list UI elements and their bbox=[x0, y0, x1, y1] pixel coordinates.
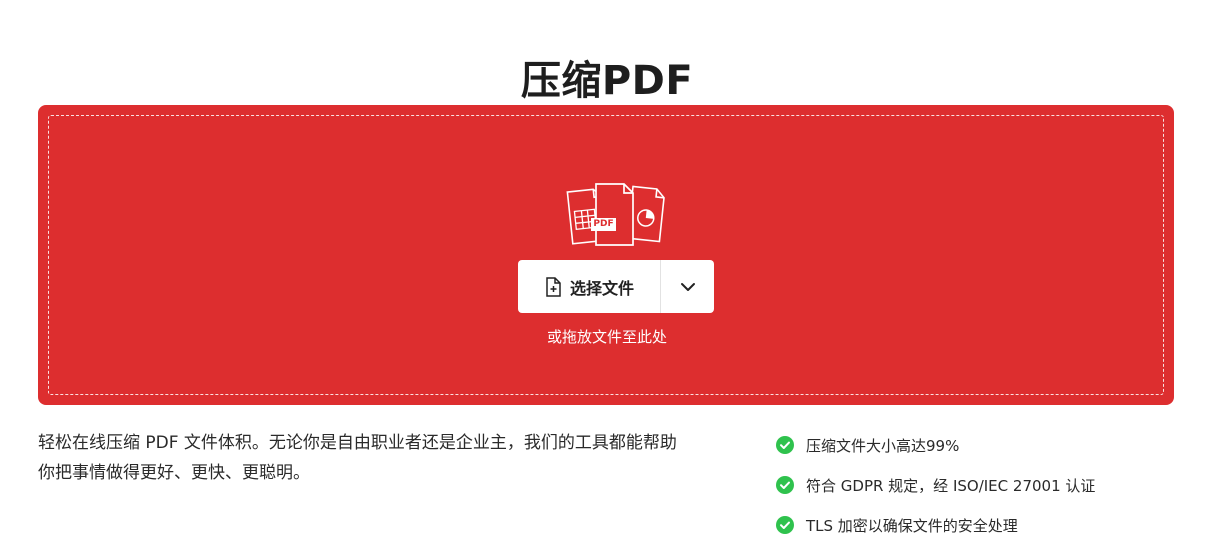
feature-item: 压缩文件大小高达99% bbox=[776, 425, 1196, 465]
file-dropzone[interactable]: PDF 选择文件 或拖放文件至此处 bbox=[38, 105, 1174, 405]
select-file-button-group: 选择文件 bbox=[518, 260, 714, 313]
tool-description: 轻松在线压缩 PDF 文件体积。无论你是自由职业者还是企业主，我们的工具都能帮助… bbox=[38, 433, 677, 483]
file-stack-icon bbox=[566, 183, 665, 246]
check-circle-icon bbox=[776, 476, 794, 494]
select-file-button[interactable]: 选择文件 bbox=[518, 260, 660, 313]
feature-label: 符合 GDPR 规定，经 ISO/IEC 27001 认证 bbox=[806, 476, 1096, 495]
page: 压缩PDF PDF 选择文件 或拖放文件至此处 轻松在线压缩 PDF 文件体积。… bbox=[0, 0, 1214, 555]
chevron-down-icon bbox=[680, 282, 695, 291]
page-title: 压缩PDF bbox=[520, 57, 694, 104]
dropzone-dashed-border: PDF 选择文件 或拖放文件至此处 bbox=[48, 115, 1164, 395]
feature-label: 压缩文件大小高达99% bbox=[806, 436, 960, 455]
check-circle-icon bbox=[776, 436, 794, 454]
feature-item: TLS 加密以确保文件的安全处理 bbox=[776, 505, 1196, 545]
file-add-icon bbox=[546, 276, 561, 297]
drop-hint-text: 或拖放文件至此处 bbox=[546, 328, 667, 346]
feature-item: 符合 GDPR 规定，经 ISO/IEC 27001 认证 bbox=[776, 465, 1196, 505]
feature-label: TLS 加密以确保文件的安全处理 bbox=[806, 516, 1018, 535]
feature-list: 压缩文件大小高达99% 符合 GDPR 规定，经 ISO/IEC 27001 认… bbox=[776, 425, 1196, 545]
select-file-label: 选择文件 bbox=[569, 278, 634, 298]
check-circle-icon bbox=[776, 516, 794, 534]
pdf-badge-label: PDF bbox=[593, 219, 614, 229]
source-dropdown-button[interactable] bbox=[661, 260, 714, 313]
